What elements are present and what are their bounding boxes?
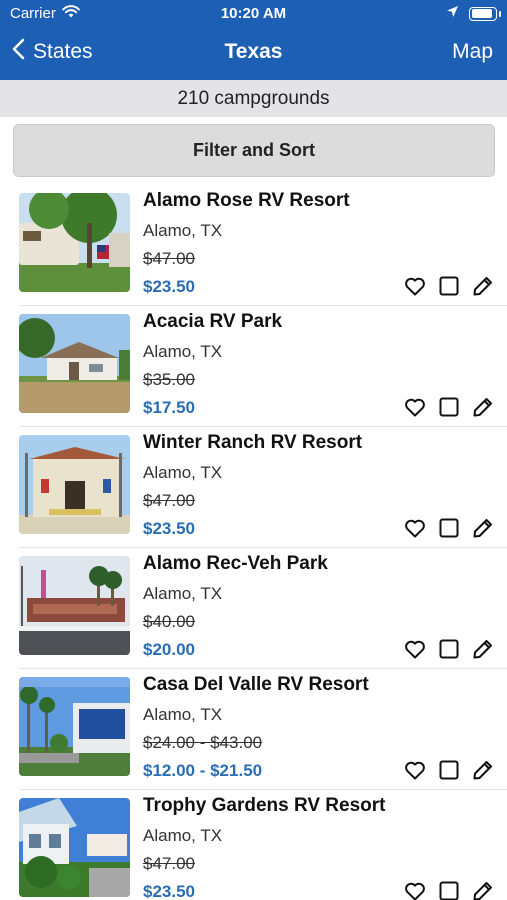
discount-price: $23.50 <box>143 882 195 900</box>
row-actions <box>403 637 495 661</box>
campground-location: Alamo, TX <box>143 221 223 240</box>
checkbox-icon[interactable] <box>437 395 461 419</box>
filter-sort-button[interactable]: Filter and Sort <box>13 124 495 177</box>
campground-name[interactable]: Alamo Rose RV Resort <box>143 190 350 212</box>
campground-location: Alamo, TX <box>143 826 223 845</box>
battery-icon <box>469 6 501 21</box>
checkbox-icon[interactable] <box>437 879 461 900</box>
checkbox-icon[interactable] <box>437 637 461 661</box>
row-actions <box>403 516 495 540</box>
battery-fill <box>471 9 493 18</box>
campground-location: Alamo, TX <box>143 463 223 482</box>
campground-name[interactable]: Casa Del Valle RV Resort <box>143 674 369 696</box>
status-right <box>446 5 501 22</box>
pencil-icon[interactable] <box>471 637 495 661</box>
original-price: $40.00 <box>143 612 195 631</box>
back-button[interactable]: States <box>12 38 93 66</box>
original-price: $24.00 - $43.00 <box>143 733 263 752</box>
discount-price: $23.50 <box>143 277 195 296</box>
campground-row[interactable]: Alamo Rose RV Resort Alamo, TX $47.00 $2… <box>0 185 507 306</box>
heart-icon[interactable] <box>403 395 427 419</box>
checkbox-icon[interactable] <box>437 274 461 298</box>
pencil-icon[interactable] <box>471 274 495 298</box>
original-price: $47.00 <box>143 491 195 510</box>
location-arrow-icon <box>446 5 459 22</box>
campground-name[interactable]: Alamo Rec-Veh Park <box>143 553 328 575</box>
campground-row[interactable]: Acacia RV Park Alamo, TX $35.00 $17.50 <box>0 306 507 427</box>
heart-icon[interactable] <box>403 758 427 782</box>
original-price: $47.00 <box>143 249 195 268</box>
campground-photo <box>19 677 130 776</box>
campground-row[interactable]: Trophy Gardens RV Resort Alamo, TX $47.0… <box>0 790 507 900</box>
pencil-icon[interactable] <box>471 516 495 540</box>
campground-name[interactable]: Acacia RV Park <box>143 311 282 333</box>
pencil-icon[interactable] <box>471 879 495 900</box>
clock: 10:20 AM <box>220 5 287 22</box>
campground-location: Alamo, TX <box>143 705 223 724</box>
checkbox-icon[interactable] <box>437 516 461 540</box>
heart-icon[interactable] <box>403 516 427 540</box>
checkbox-icon[interactable] <box>437 758 461 782</box>
campground-photo <box>19 314 130 413</box>
campground-row[interactable]: Casa Del Valle RV Resort Alamo, TX $24.0… <box>0 669 507 790</box>
chevron-left-icon <box>12 38 25 66</box>
campground-location: Alamo, TX <box>143 342 223 361</box>
row-actions <box>403 758 495 782</box>
original-price: $35.00 <box>143 370 195 389</box>
campground-row[interactable]: Alamo Rec-Veh Park Alamo, TX $40.00 $20.… <box>0 548 507 669</box>
campground-photo <box>19 556 130 655</box>
campground-location: Alamo, TX <box>143 584 223 603</box>
campground-photo <box>19 798 130 897</box>
campground-name[interactable]: Trophy Gardens RV Resort <box>143 795 386 817</box>
discount-price: $23.50 <box>143 519 195 538</box>
top-bar: Carrier 10:20 AM States Texas Map <box>0 0 507 80</box>
heart-icon[interactable] <box>403 879 427 900</box>
row-actions <box>403 274 495 298</box>
navigation-bar: States Texas Map <box>0 28 507 80</box>
campground-count: 210 campgrounds <box>0 80 507 117</box>
campground-photo <box>19 435 130 534</box>
discount-price: $12.00 - $21.50 <box>143 761 263 780</box>
heart-icon[interactable] <box>403 637 427 661</box>
campground-list: Alamo Rose RV Resort Alamo, TX $47.00 $2… <box>0 185 507 900</box>
campground-name[interactable]: Winter Ranch RV Resort <box>143 432 362 454</box>
original-price: $47.00 <box>143 854 195 873</box>
row-actions <box>403 395 495 419</box>
heart-icon[interactable] <box>403 274 427 298</box>
row-actions <box>403 879 495 900</box>
pencil-icon[interactable] <box>471 758 495 782</box>
discount-price: $17.50 <box>143 398 195 417</box>
campground-photo <box>19 193 130 292</box>
back-label: States <box>33 40 93 63</box>
status-bar: Carrier 10:20 AM <box>0 0 507 28</box>
discount-price: $20.00 <box>143 640 195 659</box>
map-button[interactable]: Map <box>452 40 493 64</box>
campground-row[interactable]: Winter Ranch RV Resort Alamo, TX $47.00 … <box>0 427 507 548</box>
pencil-icon[interactable] <box>471 395 495 419</box>
